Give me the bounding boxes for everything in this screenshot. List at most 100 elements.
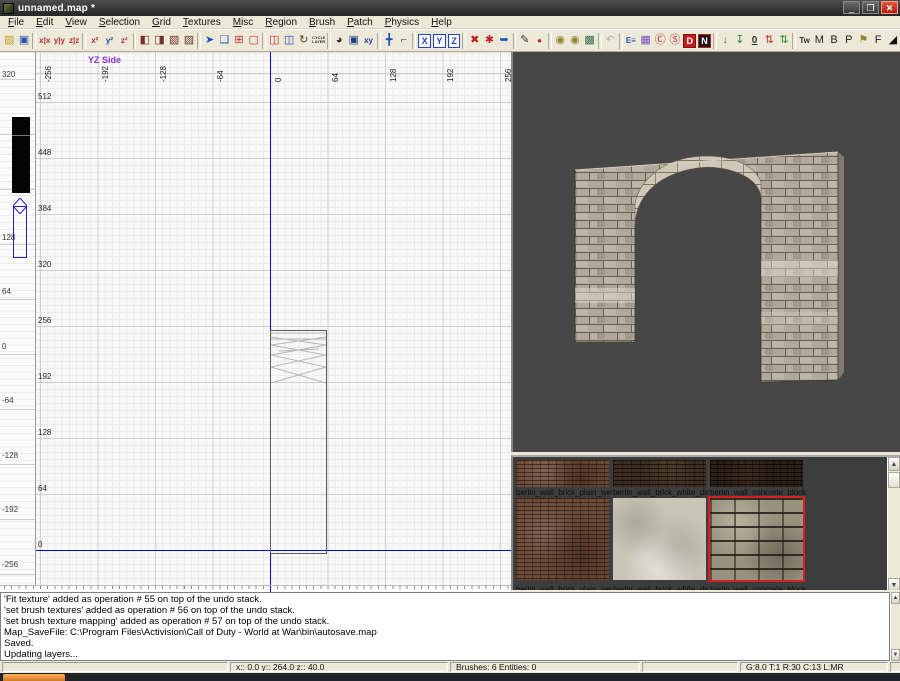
selected-brush-outline[interactable] bbox=[270, 330, 327, 554]
layers-grid-icon[interactable]: ▦ bbox=[639, 33, 652, 48]
menu-physics[interactable]: Physics bbox=[379, 17, 425, 28]
texture-scroll-down-icon[interactable]: ▼ bbox=[888, 578, 900, 590]
wedge-tool-icon[interactable]: ◢ bbox=[887, 33, 900, 48]
patch-mode-icon[interactable]: P bbox=[842, 33, 855, 48]
grid-top-ruler-label: 64 bbox=[331, 73, 340, 82]
texture-lock-icon[interactable]: ◉ bbox=[554, 33, 567, 48]
clone-brush-icon[interactable]: ❏ bbox=[218, 33, 231, 48]
cycle-view-icon[interactable]: ↻ bbox=[297, 33, 310, 48]
flip-z-icon[interactable]: z|z bbox=[68, 33, 81, 48]
taskbar-start-button[interactable] bbox=[3, 674, 65, 681]
menu-textures[interactable]: Textures bbox=[177, 17, 227, 28]
title-bar[interactable]: unnamed.map * _ ❐ ✕ bbox=[0, 0, 900, 16]
menu-grid[interactable]: Grid bbox=[146, 17, 177, 28]
texture-tile-selected[interactable] bbox=[708, 496, 805, 582]
menu-misc[interactable]: Misc bbox=[227, 17, 260, 28]
texture-lock-vertical-icon[interactable]: ◉ bbox=[569, 33, 582, 48]
entity-point-icon[interactable]: ● bbox=[533, 33, 546, 48]
z-axis-view[interactable]: 320 128 64 0 -64 -128 -192 -256 bbox=[0, 52, 36, 585]
select-partial-tall-icon[interactable]: ▧ bbox=[168, 33, 181, 48]
rotate-x-icon[interactable]: x² bbox=[88, 33, 101, 48]
menu-patch[interactable]: Patch bbox=[341, 17, 379, 28]
autosave-clock-icon[interactable]: ◕ bbox=[333, 33, 346, 48]
menu-help[interactable]: Help bbox=[425, 17, 458, 28]
show-hidden-icon[interactable]: ✱ bbox=[483, 33, 496, 48]
undo-disabled-icon[interactable]: ↶ bbox=[604, 33, 617, 48]
flip-y-icon[interactable]: y|y bbox=[53, 33, 66, 48]
texture-tile[interactable] bbox=[516, 498, 609, 580]
xy-view-toggle-icon[interactable]: xy bbox=[362, 33, 375, 48]
filter-mode-icon[interactable]: F bbox=[872, 33, 885, 48]
console-scrollbar[interactable]: ▲ ▼ bbox=[890, 592, 900, 661]
texture-scroll-thumb[interactable] bbox=[888, 472, 900, 488]
close-button[interactable]: ✕ bbox=[881, 1, 898, 14]
console-line: 'set brush textures' added as operation … bbox=[4, 605, 295, 616]
menu-file[interactable]: File bbox=[2, 17, 30, 28]
save-map-icon[interactable]: ▣ bbox=[18, 33, 31, 48]
lock-x-axis-icon[interactable]: X bbox=[418, 33, 431, 48]
app-icon bbox=[3, 2, 14, 14]
texture-view-icon[interactable]: ▣ bbox=[347, 33, 360, 48]
texture-tile[interactable] bbox=[516, 460, 609, 487]
restore-button[interactable]: ❐ bbox=[862, 1, 879, 14]
drop-to-floor-icon[interactable]: ↧ bbox=[734, 33, 747, 48]
console-line: Saved. bbox=[4, 638, 34, 649]
texture-tile[interactable] bbox=[710, 460, 803, 487]
minimize-button[interactable]: _ bbox=[843, 1, 860, 14]
rotate-y-icon[interactable]: y² bbox=[103, 33, 116, 48]
toolbar-separator bbox=[82, 32, 87, 49]
select-inside-icon[interactable]: ▨ bbox=[183, 33, 196, 48]
menu-region[interactable]: Region bbox=[259, 17, 303, 28]
select-touching-icon[interactable]: ◨ bbox=[153, 33, 166, 48]
status-cursor-coords: x:: 0.0 y:: 264.0 z:: 40.0 bbox=[230, 662, 448, 672]
stamp-tool-icon[interactable]: ⚑ bbox=[857, 33, 870, 48]
texture-tile[interactable] bbox=[613, 460, 706, 487]
flip-x-icon[interactable]: x|x bbox=[38, 33, 51, 48]
texture-scrollbar[interactable]: ▲ ▼ bbox=[887, 457, 900, 590]
swap-up-down-green-icon[interactable]: ⇅ bbox=[778, 33, 791, 48]
z-view-selected-brush[interactable] bbox=[13, 206, 27, 258]
menu-selection[interactable]: Selection bbox=[93, 17, 146, 28]
cycle-layer-icon[interactable]: CYCLE LAYER bbox=[312, 33, 325, 48]
region-set-icon[interactable]: ▢ bbox=[247, 33, 260, 48]
brush-mode-icon[interactable]: B bbox=[828, 33, 841, 48]
drop-selection-icon[interactable]: ↓ bbox=[719, 33, 732, 48]
toggle-sky-icon[interactable]: Ⓢ bbox=[669, 33, 682, 48]
lock-y-axis-icon[interactable]: Y bbox=[432, 33, 446, 48]
texture-browser[interactable]: ▲ ▼ berlin_wall_brick_plain_wet berlin_wa… bbox=[511, 455, 900, 590]
toggle-nodraw-icon[interactable]: N bbox=[698, 33, 711, 48]
open-map-icon[interactable]: ▨ bbox=[3, 33, 16, 48]
entity-list-icon[interactable]: E≡ bbox=[625, 33, 638, 48]
menu-brush[interactable]: Brush bbox=[303, 17, 341, 28]
rotate-z-icon[interactable]: z² bbox=[118, 33, 131, 48]
drag-edges-icon[interactable]: ⌐ bbox=[398, 33, 411, 48]
console-scroll-down-icon[interactable]: ▼ bbox=[891, 649, 900, 661]
zero-coords-icon[interactable]: 0 bbox=[748, 33, 761, 48]
toggle-detail-icon[interactable]: D bbox=[683, 33, 697, 48]
draw-line-icon[interactable]: ✎ bbox=[518, 33, 531, 48]
console-scroll-up-icon[interactable]: ▲ bbox=[891, 592, 900, 604]
make-hollow-icon[interactable]: ⊞ bbox=[233, 33, 246, 48]
csg-merge-icon[interactable]: ➤ bbox=[203, 33, 216, 48]
hide-x-icon[interactable]: ◫ bbox=[268, 33, 281, 48]
menu-view[interactable]: View bbox=[59, 17, 93, 28]
free-rotation-icon[interactable]: ╋ bbox=[383, 33, 396, 48]
hide-y-icon[interactable]: ◫ bbox=[283, 33, 296, 48]
grid-2d-view[interactable]: YZ Side -256 -192 -128 -64 0 64 128 192 256 512 44… bbox=[36, 52, 511, 585]
rotate-selection-icon[interactable]: ➥ bbox=[498, 33, 511, 48]
texture-scroll-up-icon[interactable]: ▲ bbox=[888, 457, 900, 471]
grid-left-ruler-label: 256 bbox=[38, 316, 52, 325]
select-complete-tall-icon[interactable]: ◧ bbox=[138, 33, 151, 48]
menu-edit[interactable]: Edit bbox=[30, 17, 59, 28]
camera-3d-view[interactable] bbox=[511, 52, 900, 452]
terrain-wrap-icon[interactable]: Tw bbox=[798, 33, 811, 48]
toggle-clip-icon[interactable]: Ⓒ bbox=[654, 33, 667, 48]
texture-window-toggle-icon[interactable]: ▩ bbox=[583, 33, 596, 48]
model-mode-icon[interactable]: M bbox=[813, 33, 826, 48]
z-ruler-label: -192 bbox=[2, 505, 19, 514]
hide-selected-icon[interactable]: ✖ bbox=[468, 33, 481, 48]
texture-tile[interactable] bbox=[613, 498, 706, 580]
console-log[interactable]: 'Fit texture' added as operation # 55 on… bbox=[0, 592, 890, 661]
lock-z-axis-icon[interactable]: Z bbox=[447, 33, 461, 48]
swap-up-down-red-icon[interactable]: ⇅ bbox=[763, 33, 776, 48]
